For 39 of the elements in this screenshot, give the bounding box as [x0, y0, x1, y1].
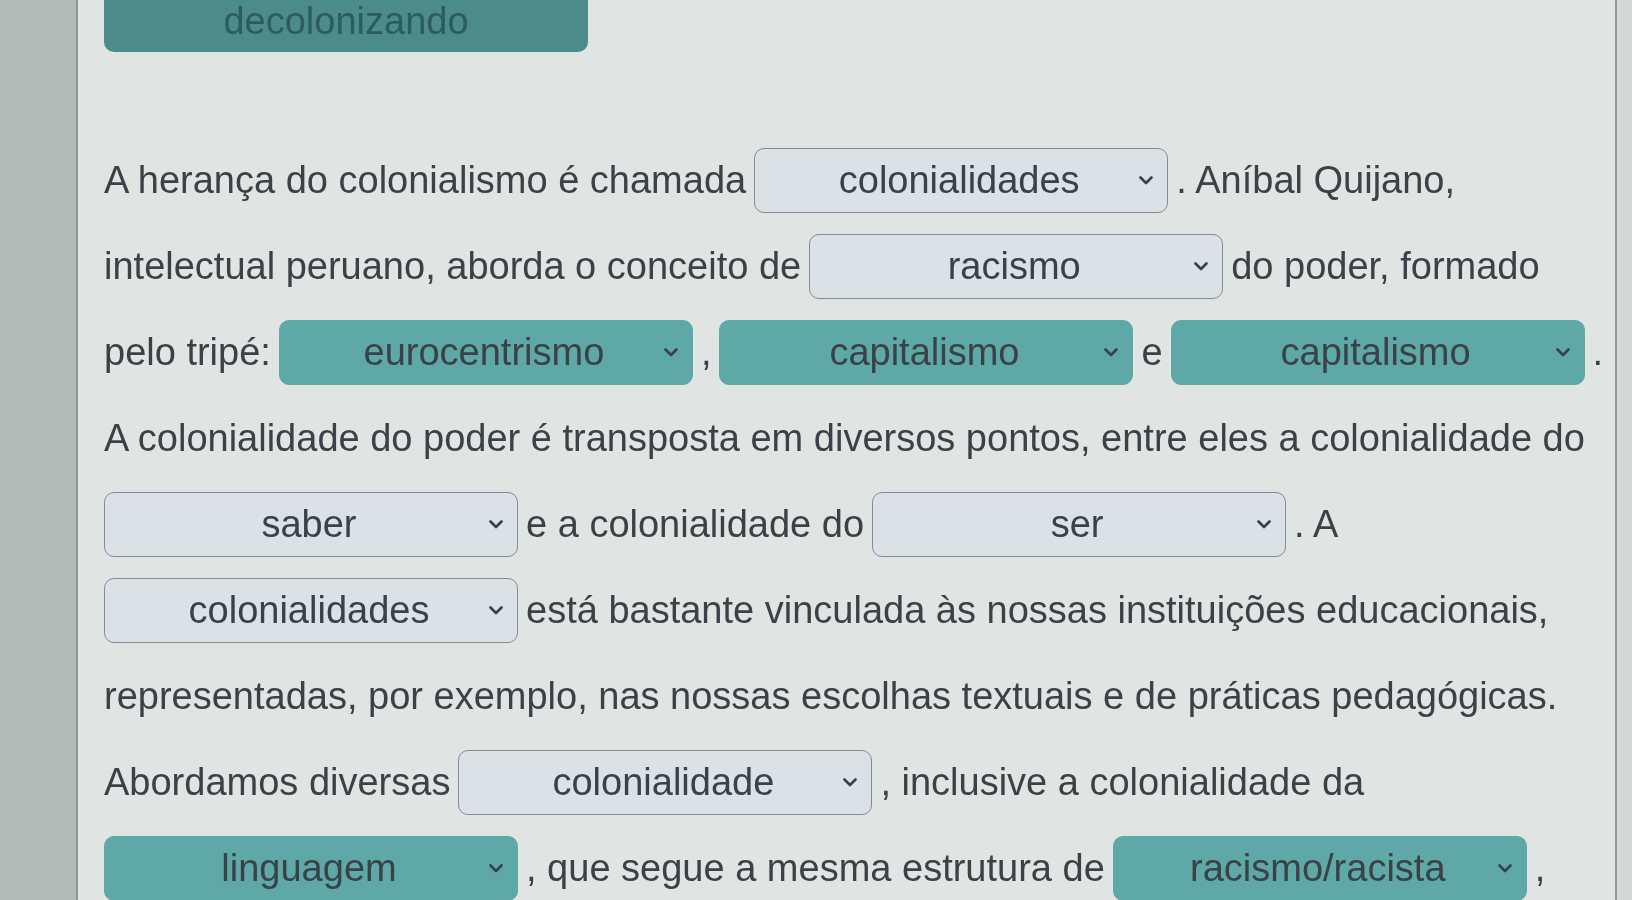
passage-text: A colonialidade do poder é transposta em diversos pontos, entre eles a colonialidade do [104, 419, 1585, 457]
answer-dropdown[interactable]: capitalismo [719, 319, 1134, 385]
passage-text: , [1534, 849, 1546, 887]
passage-text: , que segue a mesma estrutura de [526, 849, 1105, 887]
answer-dropdown[interactable]: capitalismo [1170, 319, 1585, 385]
answer-dropdown[interactable]: saber [104, 491, 518, 557]
passage-text: A herança do colonialismo é chamada [104, 161, 747, 199]
passage-text: Abordamos diversas [104, 763, 451, 801]
passage-text: e [1141, 333, 1163, 371]
passage-text: e a colonialidade do [526, 505, 865, 543]
passage-text: pelo tripé: [104, 333, 271, 371]
passage-text: . Aníbal Quijano, [1176, 161, 1456, 199]
chevron-down-icon [489, 605, 503, 615]
passage-text: , inclusive a colonialidade da [880, 763, 1365, 801]
passage-text: está bastante vinculada às nossas instituições educacionais, [526, 591, 1549, 629]
chevron-down-icon [1139, 175, 1154, 185]
chevron-down-icon [1555, 347, 1570, 357]
answer-dropdown[interactable]: colonialidades [104, 577, 518, 643]
chevron-down-icon [1497, 863, 1512, 873]
answer-dropdown[interactable]: linguagem [104, 835, 518, 900]
chevron-down-icon [489, 519, 503, 529]
answer-dropdown[interactable]: colonialidades [754, 147, 1169, 213]
passage-text: representadas, por exemplo, nas nossas escolhas textuais e de práticas pedagógicas. [104, 677, 1558, 715]
answer-dropdown[interactable]: colonialidade [458, 749, 873, 815]
chevron-down-icon [1194, 261, 1209, 271]
passage-text: . [1592, 333, 1604, 371]
answer-dropdown[interactable]: racismo/racista [1112, 835, 1527, 900]
answer-dropdown[interactable]: ser [872, 491, 1287, 557]
passage-text: . A [1294, 505, 1339, 543]
chevron-down-icon [489, 863, 503, 873]
passage-text: do poder, formado [1231, 247, 1540, 285]
chevron-down-icon [663, 347, 678, 357]
passage-text: , [700, 333, 712, 371]
passage-text: intelectual peruano, aborda o conceito de [104, 247, 802, 285]
answer-dropdown[interactable]: eurocentrismo [278, 319, 693, 385]
chevron-down-icon [1257, 519, 1272, 529]
chevron-down-icon [1104, 347, 1119, 357]
chevron-down-icon [843, 777, 858, 787]
answer-dropdown[interactable]: racismo [809, 233, 1224, 299]
